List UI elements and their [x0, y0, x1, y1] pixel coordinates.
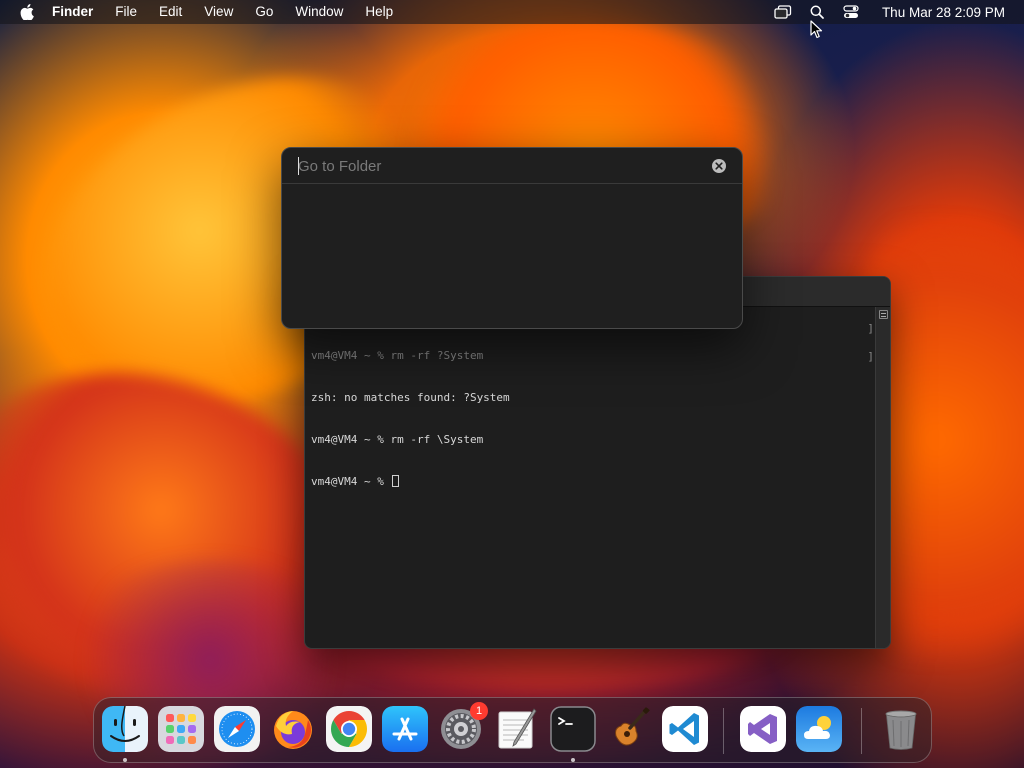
go-to-folder-panel: [281, 147, 743, 329]
dock-chrome[interactable]: [326, 706, 372, 752]
go-to-folder-input[interactable]: [298, 156, 698, 176]
dock-trash[interactable]: [878, 706, 924, 752]
firefox-icon: [274, 711, 312, 749]
menu-go[interactable]: Go: [244, 0, 284, 24]
running-indicator-terminal: [571, 758, 575, 762]
app-store-icon: [382, 706, 428, 752]
terminal-icon: [550, 706, 596, 752]
go-to-folder-field: [282, 148, 742, 184]
dock-garageband[interactable]: [606, 706, 652, 752]
trash-icon: [885, 710, 917, 750]
menu-window[interactable]: Window: [284, 0, 354, 24]
text-caret: [298, 157, 299, 175]
terminal-scrollbar[interactable]: [875, 307, 890, 648]
terminal-mark-bracket: ]: [867, 350, 874, 363]
menu-view[interactable]: View: [193, 0, 244, 24]
mouse-pointer-icon: [810, 20, 823, 39]
dock-system-preferences[interactable]: 1: [438, 702, 488, 752]
close-circle-icon[interactable]: [712, 159, 726, 173]
dock-vscode[interactable]: [662, 706, 708, 752]
vscode-icon: [662, 706, 708, 752]
dock-separator: [723, 708, 724, 754]
dock-terminal[interactable]: [550, 706, 596, 752]
menu-finder[interactable]: Finder: [38, 0, 104, 24]
dock-safari[interactable]: [214, 706, 260, 752]
menu-file[interactable]: File: [104, 0, 148, 24]
dock-textedit[interactable]: [494, 706, 540, 752]
dock-weather[interactable]: [796, 706, 842, 752]
spotlight-search-icon[interactable]: [807, 2, 827, 22]
status-area: Thu Mar 28 2:09 PM: [766, 0, 1024, 24]
safari-icon: [214, 706, 260, 752]
dock-finder[interactable]: [102, 706, 148, 752]
terminal-prompt: vm4@VM4 ~ %: [311, 475, 391, 488]
menu-help[interactable]: Help: [354, 0, 404, 24]
terminal-line: vm4@VM4 ~ % rm -rf \System: [311, 433, 484, 446]
finder-icon: [102, 706, 148, 752]
dock-app-store[interactable]: [382, 706, 428, 752]
terminal-prompt-line: vm4@VM4 ~ %: [311, 475, 874, 489]
launchpad-icon: [158, 706, 204, 752]
terminal-line: vm4@VM4 ~ % rm -rf ?System: [311, 349, 484, 362]
menu-bar-clock[interactable]: Thu Mar 28 2:09 PM: [882, 5, 1005, 20]
terminal-window[interactable]: vm4@VM4 ~ % rm -rf ?System zsh: no match…: [304, 276, 891, 649]
split-pane-icon[interactable]: [879, 310, 888, 319]
terminal-cursor: [392, 475, 400, 487]
dock-launchpad[interactable]: [158, 706, 204, 752]
dock: 1: [93, 697, 932, 763]
running-indicator-finder: [123, 758, 127, 762]
notification-badge: 1: [470, 702, 488, 720]
terminal-output[interactable]: vm4@VM4 ~ % rm -rf ?System zsh: no match…: [305, 321, 874, 648]
control-center-icon[interactable]: [841, 2, 861, 22]
menu-bar: Finder File Edit View Go Window Help Thu…: [0, 0, 1024, 24]
textedit-icon: [498, 708, 537, 749]
screen-mirroring-icon[interactable]: [773, 2, 793, 22]
apple-icon[interactable]: [16, 0, 38, 24]
go-to-folder-results: [282, 185, 742, 328]
dock-visual-studio[interactable]: [740, 706, 786, 752]
visual-studio-icon: [740, 706, 786, 752]
dock-firefox[interactable]: [270, 706, 316, 752]
chrome-icon: [326, 706, 372, 752]
terminal-line: zsh: no matches found: ?System: [311, 391, 510, 404]
weather-icon: [796, 706, 842, 752]
terminal-mark-bracket: ]: [867, 322, 874, 335]
garageband-icon: [615, 706, 650, 746]
dock-separator: [861, 708, 862, 754]
menu-edit[interactable]: Edit: [148, 0, 193, 24]
